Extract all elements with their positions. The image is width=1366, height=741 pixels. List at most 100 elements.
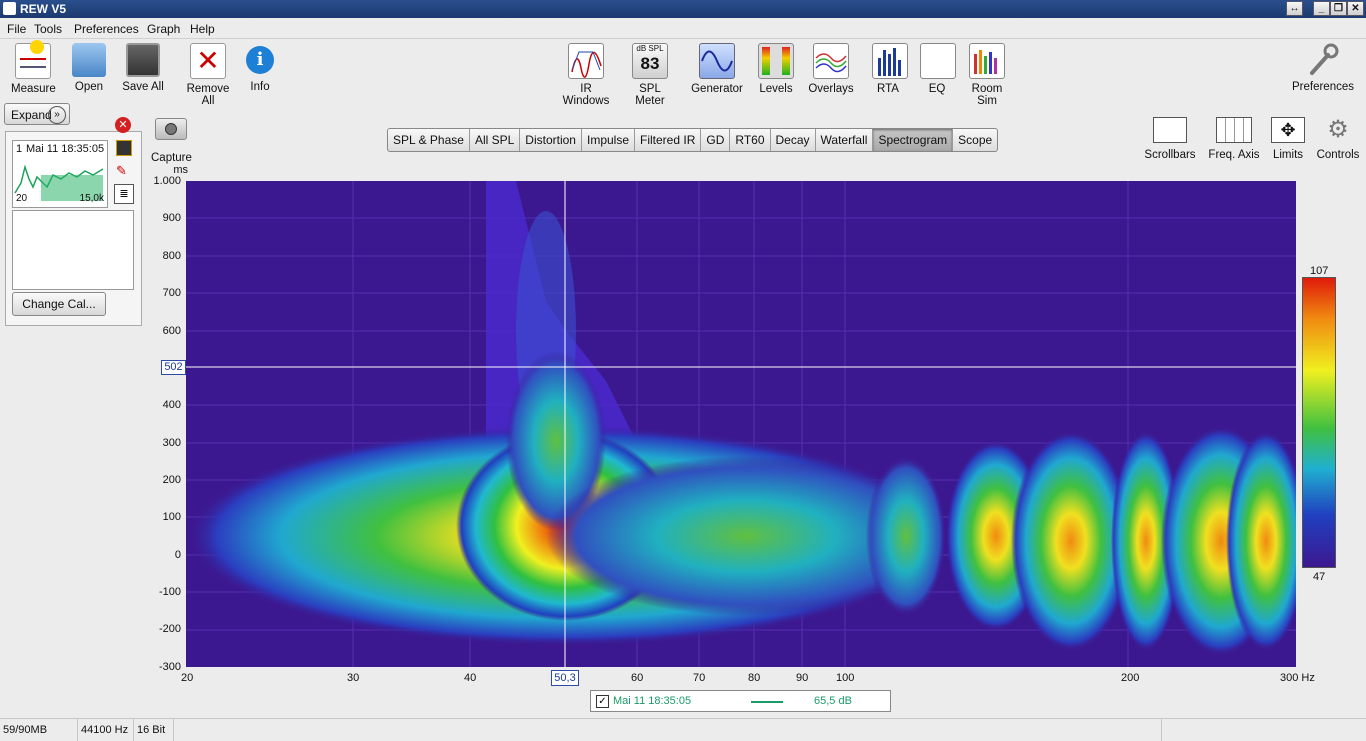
limits-label: Limits (1272, 149, 1304, 161)
x-tick: 70 (693, 672, 706, 684)
camera-icon (155, 118, 187, 140)
y-tick: 900 (162, 212, 181, 224)
info-label: Info (250, 81, 270, 93)
close-button[interactable]: ✕ (1347, 1, 1364, 16)
save-all-label: Save All (122, 81, 164, 93)
room-sim-button[interactable]: Room Sim (962, 43, 1012, 107)
levels-label: Levels (759, 83, 793, 95)
limits-arrows-icon: ✥ (1271, 117, 1305, 143)
tab-rt60[interactable]: RT60 (730, 129, 771, 151)
y-tick: 200 (162, 474, 181, 486)
cursor-x-readout: 50,3 (551, 670, 579, 686)
scrollbars-label: Scrollbars (1144, 149, 1196, 161)
eq-icon (920, 43, 956, 79)
x-tick: 80 (748, 672, 761, 684)
cal-chart-icon[interactable] (116, 140, 132, 156)
maximize-button[interactable]: ❐ (1330, 1, 1347, 16)
measurement-index: 1 (16, 143, 23, 155)
overlays-label: Overlays (808, 83, 854, 95)
controls-button[interactable]: ⚙ Controls (1314, 116, 1362, 162)
info-button[interactable]: i Info (246, 43, 274, 93)
freq-axis-button[interactable]: Freq. Axis (1206, 117, 1262, 161)
tab-gd[interactable]: GD (701, 129, 731, 151)
status-bar: 59/90MB 44100 Hz 16 Bit (0, 718, 1366, 741)
minimize-button[interactable]: _ (1313, 1, 1330, 16)
y-tick: -100 (158, 586, 181, 598)
menu-file[interactable]: File (7, 22, 26, 36)
rta-icon (872, 43, 908, 79)
tab-spectrogram[interactable]: Spectrogram (873, 129, 954, 151)
scrollbars-button[interactable]: Scrollbars (1144, 117, 1196, 161)
overlays-icon (813, 43, 849, 79)
measure-icon (15, 40, 51, 79)
capture-button[interactable]: Capture (151, 118, 192, 164)
scale-max-label: 107 (1310, 265, 1329, 277)
tab-scope[interactable]: Scope (953, 129, 997, 151)
save-all-button[interactable]: Save All (121, 43, 165, 93)
wrench-icon (1306, 43, 1340, 77)
thumb-max-label: 15,0k (79, 193, 104, 204)
open-button[interactable]: Open (72, 43, 106, 93)
info-icon: i (246, 46, 274, 74)
x-tick: 20 (181, 672, 194, 684)
notes-textarea[interactable] (12, 210, 134, 290)
graph-tabs: SPL & Phase All SPL Distortion Impulse F… (387, 128, 999, 152)
y-tick: 700 (162, 287, 181, 299)
remove-all-button[interactable]: ✕ Remove All (179, 43, 237, 107)
spl-meter-button[interactable]: dB SPL 83 SPL Meter (624, 43, 676, 107)
main-toolbar: Measure Open Save All ✕ Remove All i Inf… (0, 39, 1366, 107)
remove-measurement-icon[interactable]: ✕ (115, 117, 131, 133)
app-icon (3, 2, 16, 15)
remove-all-icon: ✕ (190, 43, 226, 79)
tab-distortion[interactable]: Distortion (520, 129, 582, 151)
tab-impulse[interactable]: Impulse (582, 129, 636, 151)
ir-windows-button[interactable]: IR Windows (556, 43, 616, 107)
change-cal-button[interactable]: Change Cal... (12, 292, 106, 316)
expand-label: Expand (11, 108, 52, 122)
gear-icon: ⚙ (1327, 116, 1349, 143)
change-cal-label: Change Cal... (22, 297, 96, 311)
status-message (174, 719, 1162, 741)
measure-label: Measure (11, 83, 56, 95)
x-tick: 60 (631, 672, 644, 684)
notes-icon[interactable]: ≣ (114, 184, 134, 204)
x-tick: 90 (796, 672, 809, 684)
x-tick: 30 (347, 672, 360, 684)
tab-all-spl[interactable]: All SPL (470, 129, 521, 151)
generator-label: Generator (691, 83, 743, 95)
y-tick: 800 (162, 250, 181, 262)
eq-button[interactable]: EQ (920, 43, 956, 95)
levels-button[interactable]: Levels (757, 43, 795, 95)
menu-tools[interactable]: Tools (34, 22, 62, 36)
limits-button[interactable]: ✥ Limits (1266, 117, 1310, 161)
tab-decay[interactable]: Decay (771, 129, 816, 151)
tab-filtered-ir[interactable]: Filtered IR (635, 129, 702, 151)
y-tick: 100 (162, 511, 181, 523)
restore-width-button[interactable]: ↔ (1286, 1, 1303, 16)
measurement-panel: 1 Mai 11 18:35:05 20 15,0k ✕ ✎ ≣ Change … (5, 117, 142, 326)
controls-label: Controls (1316, 149, 1360, 161)
measurement-card[interactable]: 1 Mai 11 18:35:05 20 15,0k (12, 140, 108, 208)
pen-icon[interactable]: ✎ (116, 164, 130, 178)
spectrogram-plot[interactable] (186, 181, 1306, 667)
preferences-button[interactable]: Preferences (1290, 43, 1356, 93)
spl-meter-icon: dB SPL 83 (632, 43, 668, 79)
generator-button[interactable]: Generator (690, 43, 744, 95)
expand-button[interactable]: Expand » (4, 103, 70, 125)
menu-help[interactable]: Help (190, 22, 215, 36)
measure-button[interactable]: Measure (11, 40, 56, 95)
rta-label: RTA (877, 83, 899, 95)
overlays-button[interactable]: Overlays (808, 43, 854, 95)
rta-button[interactable]: RTA (872, 43, 908, 95)
tab-waterfall[interactable]: Waterfall (816, 129, 874, 151)
window-title: REW V5 (20, 2, 67, 16)
tab-spl-phase[interactable]: SPL & Phase (388, 129, 470, 151)
menu-preferences[interactable]: Preferences (74, 22, 139, 36)
y-tick: -200 (158, 623, 181, 635)
capture-label: Capture (151, 152, 192, 164)
thumb-min-label: 20 (16, 193, 28, 204)
spl-meter-value: 83 (640, 54, 660, 73)
menu-graph[interactable]: Graph (147, 22, 180, 36)
ir-windows-label: IR Windows (562, 83, 610, 107)
legend-checkbox[interactable]: ✓ (596, 695, 609, 708)
